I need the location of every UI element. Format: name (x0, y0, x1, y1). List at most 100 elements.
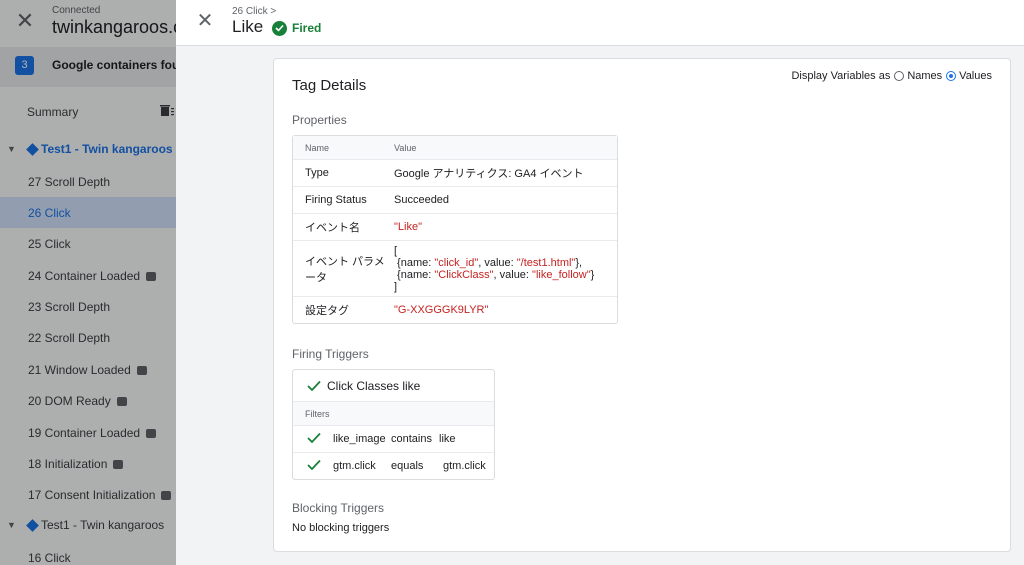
property-value: "Like" (394, 221, 422, 233)
tag-icon (113, 460, 124, 469)
caret-down-icon: ▼ (7, 144, 16, 154)
event-item[interactable]: 27 Scroll Depth (0, 166, 176, 197)
filter-value: like (439, 433, 456, 445)
property-name: Type (305, 167, 329, 179)
event-item-label: 21 Window Loaded (28, 363, 131, 377)
table-row: 設定タグ "G-XXGGGK9LYR" (293, 296, 617, 323)
tag-detail-panel: ✕ 26 Click > Like Fired Tag Details Disp… (176, 0, 1024, 565)
container-group-header[interactable]: ▼ Test1 - Twin kangaroos (0, 510, 176, 541)
container-group-header[interactable]: ▼ Test1 - Twin kangaroos (0, 134, 176, 165)
filter-operator: equals (391, 460, 424, 472)
checkmark-icon (307, 380, 321, 391)
event-item-label: 24 Container Loaded (28, 269, 141, 283)
table-header-row: Name Value (293, 136, 617, 159)
diamond-icon (26, 143, 39, 156)
column-header-value: Value (394, 142, 417, 153)
display-variables-label: Display Variables as (791, 70, 891, 82)
event-item-label: 16 Click (28, 551, 71, 565)
summary-item[interactable]: Summary (27, 105, 78, 119)
event-item[interactable]: 25 Click (0, 228, 176, 259)
card-title: Tag Details (292, 77, 367, 94)
table-row: Firing Status Succeeded (293, 186, 617, 213)
event-item-label: 22 Scroll Depth (28, 331, 111, 345)
event-item[interactable]: 20 DOM Ready (0, 385, 176, 416)
tag-details-card: Tag Details Display Variables as Names V… (273, 58, 1011, 552)
container-count-badge: 3 (15, 56, 34, 75)
filter-row: gtm.click equals gtm.click (293, 452, 494, 479)
group-label: Test1 - Twin kangaroos (41, 142, 173, 156)
trigger-header[interactable]: Click Classes like (293, 370, 494, 401)
event-item[interactable]: 19 Container Loaded (0, 417, 176, 448)
event-item-label: 26 Click (28, 206, 71, 220)
param-suffix: }, (575, 256, 583, 269)
event-item-label: 25 Click (28, 237, 71, 251)
containers-banner[interactable]: 3 Google containers foun (0, 47, 176, 87)
delete-icon[interactable] (160, 104, 174, 120)
checkmark-icon (307, 432, 321, 443)
event-item[interactable]: 16 Click (0, 542, 176, 565)
checkmark-icon (307, 459, 321, 470)
filter-variable: like_image (333, 433, 386, 445)
param-key: "ClickClass" (434, 268, 494, 281)
group-label: Test1 - Twin kangaroos (41, 518, 165, 532)
breadcrumb[interactable]: 26 Click > (232, 6, 276, 17)
property-name: イベント名 (305, 222, 360, 234)
event-item-label: 23 Scroll Depth (28, 300, 111, 314)
event-item[interactable]: 23 Scroll Depth (0, 291, 176, 322)
properties-section-title: Properties (292, 113, 347, 127)
blocking-triggers-section-title: Blocking Triggers (292, 501, 385, 515)
filter-value: gtm.click (443, 460, 486, 472)
status-text: Fired (292, 21, 322, 35)
event-item[interactable]: 24 Container Loaded (0, 260, 176, 291)
names-radio[interactable] (894, 71, 905, 81)
names-option-label[interactable]: Names (907, 70, 942, 82)
diamond-icon (26, 519, 39, 532)
filter-operator: contains (391, 433, 432, 445)
param-value: "like_follow" (532, 268, 591, 281)
close-icon[interactable]: ✕ (14, 10, 36, 32)
filter-row: like_image contains like (293, 425, 494, 452)
values-option-label[interactable]: Values (959, 70, 992, 82)
tag-icon (146, 429, 157, 438)
column-header-name: Name (305, 142, 330, 153)
param-key: "click_id" (434, 256, 479, 269)
property-value: Google アナリティクス: GA4 イベント (394, 168, 584, 180)
event-item-label: 27 Scroll Depth (28, 175, 111, 189)
filters-header: Filters (293, 401, 494, 425)
event-item-label: 17 Consent Initialization (28, 488, 156, 502)
close-icon[interactable]: ✕ (194, 10, 216, 32)
param-value: "/test1.html" (516, 256, 576, 269)
event-item[interactable]: 22 Scroll Depth (0, 322, 176, 353)
event-item-label: 18 Initialization (28, 457, 108, 471)
trigger-name: Click Classes like (327, 378, 421, 393)
event-item[interactable]: 21 Window Loaded (0, 354, 176, 385)
event-item[interactable]: 18 Initialization (0, 448, 176, 479)
detail-header: ✕ 26 Click > Like Fired (176, 0, 1024, 46)
containers-banner-text: Google containers foun (52, 58, 176, 72)
tag-icon (136, 366, 147, 375)
status-badge: Fired (272, 20, 321, 36)
event-item[interactable]: 17 Consent Initialization (0, 479, 176, 510)
property-value: Succeeded (394, 194, 450, 206)
table-row: Type Google アナリティクス: GA4 イベント (293, 159, 617, 186)
display-variables-toggle: Display Variables as Names Values (791, 70, 992, 82)
property-value: [ {name: "click_id", value: "/test1.html… (394, 244, 595, 293)
tag-icon (161, 491, 172, 500)
caret-down-icon: ▼ (7, 520, 16, 530)
table-row: イベント パラメータ [ {name: "click_id", value: "… (293, 240, 617, 296)
properties-table: Name Value Type Google アナリティクス: GA4 イベント… (292, 135, 618, 324)
event-item-label: 19 Container Loaded (28, 426, 141, 440)
event-item-selected[interactable]: 26 Click (0, 197, 176, 228)
values-radio[interactable] (946, 71, 957, 81)
property-name: 設定タグ (305, 305, 349, 317)
property-value: "G-XXGGGK9LYR" (394, 304, 489, 316)
property-name: Firing Status (305, 194, 367, 206)
table-row: イベント名 "Like" (293, 213, 617, 240)
firing-trigger-card: Click Classes like Filters like_image co… (292, 369, 495, 480)
firing-triggers-section-title: Firing Triggers (292, 347, 369, 361)
no-blocking-triggers-text: No blocking triggers (292, 522, 390, 534)
connected-domain: twinkangaroos.co (52, 17, 176, 37)
event-item-label: 20 DOM Ready (28, 394, 111, 408)
connection-status: Connected (52, 5, 101, 16)
check-circle-icon (272, 20, 287, 36)
